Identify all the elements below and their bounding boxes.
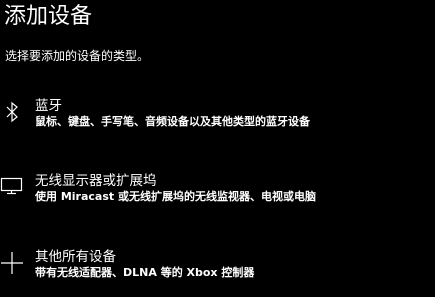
option-bluetooth[interactable]: 蓝牙 鼠标、键盘、手写笔、音频设备以及其他类型的蓝牙设备 — [0, 97, 435, 145]
option-description: 鼠标、键盘、手写笔、音频设备以及其他类型的蓝牙设备 — [35, 115, 310, 128]
option-description: 使用 Miracast 或无线扩展坞的无线监视器、电视或电脑 — [35, 190, 316, 203]
option-label: 蓝牙 — [35, 98, 62, 114]
dialog-title: 添加设备 — [4, 4, 93, 29]
dialog-subtitle: 选择要添加的设备的类型。 — [5, 49, 150, 63]
option-label: 其他所有设备 — [35, 249, 116, 265]
option-wireless-display[interactable]: 无线显示器或扩展坞 使用 Miracast 或无线扩展坞的无线监视器、电视或电脑 — [0, 172, 435, 220]
bluetooth-icon — [0, 97, 26, 123]
plus-icon — [0, 248, 26, 274]
option-label: 无线显示器或扩展坞 — [35, 173, 157, 189]
monitor-icon — [0, 172, 26, 198]
option-other-devices[interactable]: 其他所有设备 带有无线适配器、DLNA 等的 Xbox 控制器 — [0, 248, 435, 296]
option-description: 带有无线适配器、DLNA 等的 Xbox 控制器 — [35, 266, 255, 279]
add-device-dialog: 添加设备 选择要添加的设备的类型。 蓝牙 鼠标、键盘、手写笔、音频设备以及其他类… — [0, 0, 435, 297]
